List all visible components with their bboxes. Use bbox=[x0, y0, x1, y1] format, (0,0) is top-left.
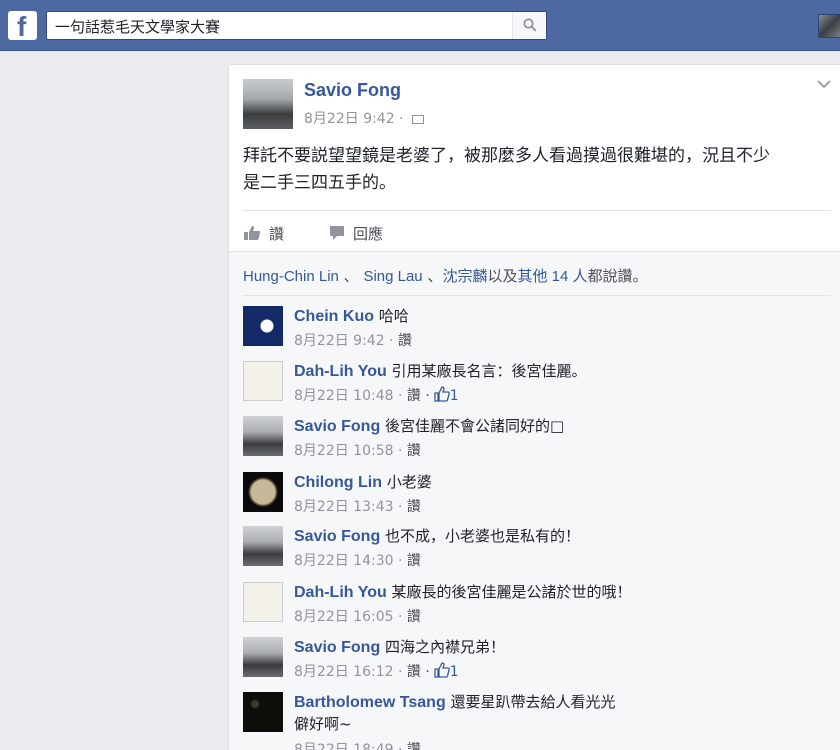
post-meta: 8月22日 9:42 · bbox=[304, 108, 424, 128]
comment-like-link[interactable]: 讚 bbox=[407, 609, 421, 625]
comment-body: Savio Fong 也不成，小老婆也是私有的！ bbox=[294, 526, 580, 547]
thumbs-up-icon bbox=[244, 226, 261, 240]
comment-time[interactable]: 8月22日 9:42 · bbox=[294, 333, 394, 349]
chevron-down-icon[interactable] bbox=[817, 79, 831, 89]
top-bar: f bbox=[0, 0, 840, 51]
comment-meta: 8月22日 10:58 · 讚 bbox=[294, 440, 421, 460]
comment-like-link[interactable]: 讚 bbox=[407, 553, 421, 569]
comment-meta: 8月22日 16:05 · 讚 bbox=[294, 606, 421, 626]
comment-text: 僻好啊~ bbox=[294, 715, 352, 733]
comment-meta: 8月22日 10:48 · 讚 · 1 bbox=[294, 385, 459, 405]
likers-summary: Hung-Chin Lin 、 Sing Lau 、沈宗麟以及其他 14 人都說… bbox=[243, 265, 648, 286]
comment-text: 後宮佳麗不會公諸同好的□ bbox=[385, 417, 565, 435]
comment-time[interactable]: 8月22日 14:30 · bbox=[294, 553, 402, 569]
commenter-avatar[interactable] bbox=[243, 416, 283, 456]
comment-like-link[interactable]: 讚 bbox=[407, 443, 421, 459]
comment-like-link[interactable]: 讚 · bbox=[407, 388, 430, 404]
envelope-icon bbox=[411, 114, 424, 124]
like-count[interactable]: 1 bbox=[450, 664, 459, 680]
comment-text: 小老婆 bbox=[386, 473, 432, 491]
comment-like-link[interactable]: 讚 · bbox=[407, 664, 430, 680]
comments-section: Hung-Chin Lin 、 Sing Lau 、沈宗麟以及其他 14 人都說… bbox=[229, 251, 840, 750]
commenter-avatar[interactable] bbox=[243, 526, 283, 566]
commenter-name[interactable]: Savio Fong bbox=[294, 639, 380, 656]
comment-meta: 8月22日 13:43 · 讚 bbox=[294, 496, 421, 516]
comment-meta: 8月22日 18:49 · 讚 bbox=[294, 739, 421, 750]
comment-icon bbox=[330, 226, 344, 240]
comment-text: 引用某廠長名言：後宮佳麗。 bbox=[391, 362, 587, 380]
search-box[interactable] bbox=[46, 11, 547, 40]
comment-time[interactable]: 8月22日 10:48 · bbox=[294, 388, 402, 404]
comment-like-link[interactable]: 讚 bbox=[407, 742, 421, 750]
search-button[interactable] bbox=[512, 12, 546, 39]
commenter-name[interactable]: Savio Fong bbox=[294, 418, 380, 435]
like-label: 讚 bbox=[269, 224, 285, 243]
post-text: 拜託不要説望望鏡是老婆了，被那麼多人看過摸過很難堪的，況且不少 是二手三四五手的… bbox=[243, 143, 833, 197]
divider bbox=[243, 210, 831, 211]
comment-button[interactable]: 回應 bbox=[329, 221, 383, 245]
post-text-line: 拜託不要説望望鏡是老婆了，被那麼多人看過摸過很難堪的，況且不少 bbox=[243, 146, 770, 166]
comment-body: Savio Fong 後宮佳麗不會公諸同好的□ bbox=[294, 416, 564, 437]
comment-time[interactable]: 8月22日 16:05 · bbox=[294, 609, 402, 625]
commenter-avatar[interactable] bbox=[243, 692, 283, 732]
comment-body: Savio Fong 四海之內襟兄弟！ bbox=[294, 637, 505, 658]
author-avatar[interactable] bbox=[243, 79, 293, 129]
comment-body: Chilong Lin 小老婆 bbox=[294, 472, 432, 493]
like-count-icon bbox=[434, 662, 450, 678]
like-button[interactable]: 讚 bbox=[243, 221, 284, 245]
comment-body: Chein Kuo 哈哈 bbox=[294, 306, 409, 327]
post-timestamp[interactable]: 8月22日 9:42 · bbox=[304, 111, 404, 127]
likers-text: 以及 bbox=[487, 267, 518, 285]
comment-meta: 8月22日 9:42 · 讚 bbox=[294, 330, 412, 350]
comment-text: 哈哈 bbox=[378, 307, 409, 325]
comment-body: Bartholomew Tsang 還要星趴帶去給人看光光 bbox=[294, 692, 616, 713]
comment-text: 某廠長的後宮佳麗是公諸於世的哦！ bbox=[391, 583, 632, 601]
liker-link[interactable]: Hung-Chin Lin bbox=[243, 268, 339, 285]
comment-body: Dah-Lih You 引用某廠長名言：後宮佳麗。 bbox=[294, 361, 587, 382]
separator: 、 bbox=[422, 267, 443, 285]
post-text-line: 是二手三四五手的。 bbox=[243, 173, 396, 193]
comment-body: Dah-Lih You 某廠長的後宮佳麗是公諸於世的哦！ bbox=[294, 582, 632, 603]
comment-time[interactable]: 8月22日 18:49 · bbox=[294, 742, 402, 750]
likers-text: 都說讚。 bbox=[587, 267, 648, 285]
commenter-name[interactable]: Dah-Lih You bbox=[294, 584, 387, 601]
other-likers-link[interactable]: 其他 14 人 bbox=[517, 268, 587, 285]
liker-link[interactable]: 沈宗麟 bbox=[442, 267, 487, 285]
liker-link[interactable]: Sing Lau bbox=[363, 268, 422, 285]
comment-meta: 8月22日 14:30 · 讚 bbox=[294, 550, 421, 570]
separator: 、 bbox=[338, 267, 364, 285]
commenter-avatar[interactable] bbox=[243, 361, 283, 401]
comment-meta: 8月22日 16:12 · 讚 · 1 bbox=[294, 661, 459, 681]
comment-time[interactable]: 8月22日 10:58 · bbox=[294, 443, 402, 459]
like-count-icon bbox=[434, 386, 450, 402]
search-input[interactable] bbox=[55, 15, 495, 37]
like-count[interactable]: 1 bbox=[450, 388, 459, 404]
comment-text: 還要星趴帶去給人看光光 bbox=[450, 693, 616, 711]
commenter-name[interactable]: Dah-Lih You bbox=[294, 363, 387, 380]
comment-label: 回應 bbox=[353, 224, 384, 243]
comment-text: 也不成，小老婆也是私有的！ bbox=[385, 527, 581, 545]
commenter-avatar[interactable] bbox=[243, 306, 283, 346]
profile-avatar[interactable] bbox=[818, 14, 840, 38]
post-card: Savio Fong 8月22日 9:42 · 拜託不要説望望鏡是老婆了，被那麼… bbox=[228, 64, 840, 750]
facebook-logo-icon[interactable]: f bbox=[8, 11, 37, 40]
commenter-name[interactable]: Chilong Lin bbox=[294, 474, 382, 491]
commenter-name[interactable]: Bartholomew Tsang bbox=[294, 694, 446, 711]
comment-like-link[interactable]: 讚 bbox=[398, 333, 412, 349]
post-author[interactable]: Savio Fong bbox=[304, 80, 401, 101]
comment-time[interactable]: 8月22日 13:43 · bbox=[294, 499, 402, 515]
commenter-avatar[interactable] bbox=[243, 472, 283, 512]
commenter-avatar[interactable] bbox=[243, 637, 283, 677]
commenter-avatar[interactable] bbox=[243, 582, 283, 622]
commenter-name[interactable]: Chein Kuo bbox=[294, 308, 374, 325]
comment-time[interactable]: 8月22日 16:12 · bbox=[294, 664, 402, 680]
commenter-name[interactable]: Savio Fong bbox=[294, 528, 380, 545]
comment-like-link[interactable]: 讚 bbox=[407, 499, 421, 515]
comment-text: 四海之內襟兄弟！ bbox=[385, 638, 506, 656]
search-icon bbox=[523, 18, 537, 32]
divider bbox=[243, 295, 831, 296]
